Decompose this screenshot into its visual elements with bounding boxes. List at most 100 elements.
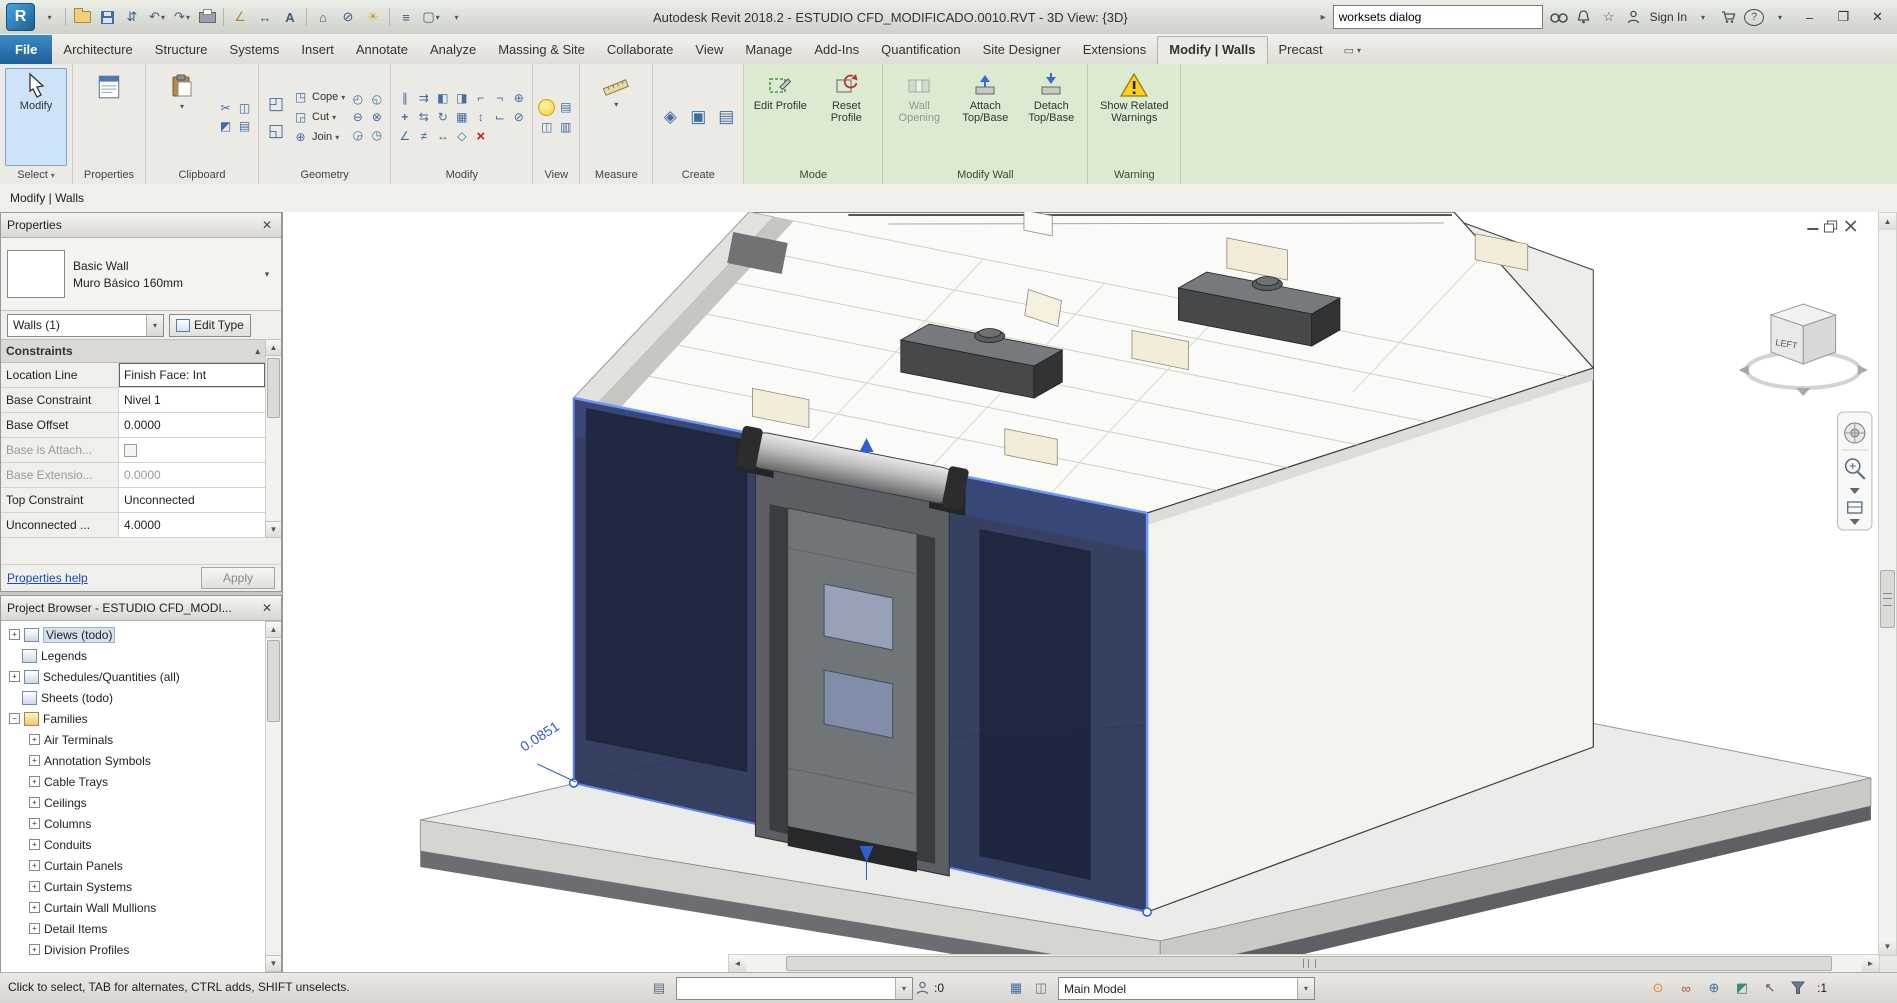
- property-row[interactable]: Base is Attach...: [1, 438, 265, 463]
- join-button[interactable]: ⊕Join▾: [292, 128, 345, 146]
- scale-icon[interactable]: ↕: [472, 109, 489, 125]
- property-row[interactable]: Unconnected ... 4.0000: [1, 513, 265, 538]
- scroll-up-icon[interactable]: ▲: [265, 339, 282, 356]
- expander-icon[interactable]: +: [29, 923, 40, 934]
- help-icon[interactable]: ?: [1744, 9, 1764, 26]
- navigation-bar[interactable]: [1838, 412, 1872, 530]
- sync-icon[interactable]: ⇵: [121, 6, 143, 28]
- extend-icon[interactable]: ↔: [434, 128, 451, 144]
- unjoin-icon[interactable]: ⊖: [349, 109, 366, 125]
- tree-item-annotation-symbols[interactable]: +Annotation Symbols: [5, 750, 265, 771]
- properties-help-link[interactable]: Properties help: [7, 571, 88, 585]
- tab-site-designer[interactable]: Site Designer: [972, 36, 1072, 64]
- split-face-icon[interactable]: ◱: [264, 120, 288, 142]
- property-row[interactable]: Base Constraint Nivel 1: [1, 388, 265, 413]
- revit-logo[interactable]: R: [6, 3, 35, 31]
- copy-icon[interactable]: ◫: [236, 100, 253, 116]
- hide-elements-icon[interactable]: ◫: [538, 119, 555, 135]
- tab-insert[interactable]: Insert: [290, 36, 345, 64]
- project-browser-header[interactable]: Project Browser - ESTUDIO CFD_MODI... ✕: [1, 596, 281, 621]
- beam-joins-icon[interactable]: ◵: [368, 91, 385, 107]
- mirror-axis-icon[interactable]: ◧: [434, 90, 451, 106]
- switch-windows-icon[interactable]: ▢▾: [420, 6, 442, 28]
- selection-filter-button[interactable]: [1789, 979, 1807, 997]
- scroll-down-icon[interactable]: ▼: [265, 521, 282, 538]
- trim-corner-icon[interactable]: ⌙: [491, 109, 508, 125]
- minimize-button[interactable]: –: [1796, 6, 1823, 28]
- expander-icon[interactable]: +: [29, 902, 40, 913]
- 3d-scene[interactable]: 0.0851 LEFT: [283, 212, 1880, 956]
- unconnected-height-value[interactable]: 4.0000: [119, 513, 265, 537]
- expander-icon[interactable]: −: [9, 713, 20, 724]
- element-filter-select[interactable]: Walls (1) ▾: [7, 314, 164, 337]
- edit-type-button[interactable]: Edit Type: [169, 314, 251, 337]
- tree-item-cable-trays[interactable]: +Cable Trays: [5, 771, 265, 792]
- drawing-area[interactable]: 0.0851 LEFT: [282, 212, 1897, 973]
- split-icon[interactable]: ⌐: [472, 90, 489, 106]
- print-icon[interactable]: [196, 6, 218, 28]
- array-icon[interactable]: ▦: [453, 109, 470, 125]
- background-processes-icon[interactable]: ⊙: [1649, 979, 1667, 997]
- door-assembly[interactable]: [735, 425, 969, 876]
- measure-icon[interactable]: ∠: [229, 6, 251, 28]
- ribbon-display-toggle[interactable]: ▭ ▾: [1344, 44, 1361, 64]
- sign-in-chevron-icon[interactable]: ▾: [1694, 7, 1712, 27]
- offset-icon[interactable]: ⇉: [415, 90, 432, 106]
- apply-coping-icon[interactable]: ◶: [349, 127, 366, 143]
- location-line-value[interactable]: Finish Face: Int: [119, 363, 265, 387]
- properties-button[interactable]: [78, 68, 140, 166]
- horizontal-scroll-thumb[interactable]: [786, 956, 1832, 971]
- type-selector[interactable]: Basic Wall Muro Básico 160mm ▾: [1, 238, 281, 311]
- steering-wheel-button[interactable]: [1845, 423, 1865, 443]
- base-constraint-value[interactable]: Nivel 1: [119, 388, 265, 412]
- wall-grip[interactable]: [1143, 908, 1151, 916]
- thin-lines-icon[interactable]: ≡: [395, 6, 417, 28]
- create-assembly-icon[interactable]: ▤: [714, 106, 738, 128]
- help-chevron-icon[interactable]: ▾: [1771, 7, 1789, 27]
- reset-profile-button[interactable]: Reset Profile: [815, 68, 877, 166]
- type-selector-chevron-icon[interactable]: ▾: [259, 251, 275, 297]
- property-row[interactable]: Location Line Finish Face: Int: [1, 363, 265, 388]
- scroll-left-icon[interactable]: ◄: [729, 955, 746, 972]
- element-filter-chevron-icon[interactable]: ▾: [146, 315, 163, 336]
- customize-qat-icon[interactable]: ▾: [445, 6, 467, 28]
- tab-massing-site[interactable]: Massing & Site: [487, 36, 596, 64]
- tree-item-schedules[interactable]: +Schedules/Quantities (all): [5, 666, 265, 687]
- cut-geometry-button[interactable]: ◲Cut▾: [292, 108, 345, 126]
- copy-element-icon[interactable]: ⇆: [415, 109, 432, 125]
- aligned-dimension-icon[interactable]: ↔: [254, 6, 276, 28]
- tab-systems[interactable]: Systems: [219, 36, 291, 64]
- paste-button[interactable]: ▾: [151, 68, 213, 166]
- favorites-star-icon[interactable]: ☆: [1600, 7, 1618, 27]
- app-store-cart-icon[interactable]: [1719, 7, 1737, 27]
- hide-lightbulb-icon[interactable]: [538, 99, 555, 115]
- select-pinned-toggle[interactable]: ⊕: [1705, 979, 1723, 997]
- delete-icon[interactable]: ×: [472, 128, 489, 144]
- maximize-button[interactable]: ❐: [1830, 6, 1857, 28]
- search-input[interactable]: [1333, 5, 1543, 29]
- tree-item-ceilings[interactable]: +Ceilings: [5, 792, 265, 813]
- expander-icon[interactable]: +: [29, 818, 40, 829]
- tree-item-legends[interactable]: Legends: [5, 645, 265, 666]
- create-group-icon[interactable]: ◈: [658, 106, 682, 128]
- vertical-scrollbar[interactable]: ▲ ▼: [1878, 212, 1897, 956]
- rotate-icon[interactable]: ↻: [434, 109, 451, 125]
- search-icon[interactable]: [1550, 7, 1568, 27]
- browser-scrollbar[interactable]: ▲ ▼: [265, 621, 281, 972]
- section-collapse-icon[interactable]: ▴: [255, 346, 260, 357]
- tab-precast[interactable]: Precast: [1268, 36, 1334, 64]
- tree-item-air-terminals[interactable]: +Air Terminals: [5, 729, 265, 750]
- cut-icon[interactable]: ✂: [217, 100, 234, 116]
- create-similar-icon[interactable]: ▣: [686, 106, 710, 128]
- expander-icon[interactable]: +: [29, 881, 40, 892]
- tree-item-curtain-wall-mullions[interactable]: +Curtain Wall Mullions: [5, 897, 265, 918]
- remove-coping-icon[interactable]: ◷: [368, 127, 385, 143]
- linework-icon[interactable]: ▥: [557, 119, 574, 135]
- split-gap-icon[interactable]: ¬: [491, 90, 508, 106]
- tab-view[interactable]: View: [684, 36, 734, 64]
- group-label-select[interactable]: Select▾: [0, 166, 72, 184]
- expander-icon[interactable]: +: [29, 734, 40, 745]
- expander-icon[interactable]: +: [9, 671, 20, 682]
- text-icon[interactable]: A: [279, 6, 301, 28]
- tab-collaborate[interactable]: Collaborate: [596, 36, 685, 64]
